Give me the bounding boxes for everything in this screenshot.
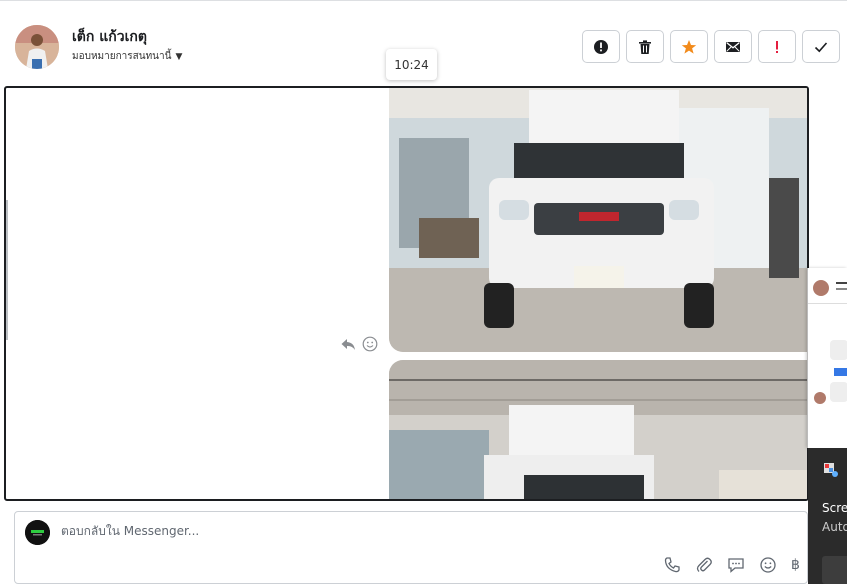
message-thread[interactable] [4, 86, 809, 501]
phone-icon[interactable] [663, 556, 681, 574]
star-button[interactable] [670, 30, 708, 63]
reply-input[interactable] [61, 524, 661, 538]
check-icon [814, 41, 828, 52]
notification-subtitle: Auto [822, 520, 847, 534]
contact-avatar[interactable] [15, 25, 59, 69]
notification-title: Scre [822, 501, 847, 515]
mark-done-button[interactable] [802, 30, 840, 63]
inbox-conversation-view: เต็ก แก้วเกตุ มอบหมายการสนทนานี้ ▼ 10:24… [0, 0, 847, 584]
payment-baht-icon[interactable]: ฿ [791, 557, 801, 573]
screenshot-tool-icon [824, 463, 838, 477]
emoji-icon[interactable] [759, 556, 777, 574]
assign-label: มอบหมายการสนทนานี้ [72, 51, 172, 62]
avatar-photo [15, 25, 59, 69]
message-image-truck-side[interactable] [389, 360, 807, 499]
delete-button[interactable] [626, 30, 664, 63]
truck-front-photo [389, 88, 807, 352]
truck-side-photo [389, 360, 807, 499]
caret-down-icon: ▼ [175, 51, 183, 62]
contact-name[interactable]: เต็ก แก้วเกตุ [72, 26, 147, 48]
follow-up-button[interactable] [758, 30, 796, 63]
overlay-chat-window[interactable] [807, 268, 847, 448]
alert-circle-icon [594, 39, 608, 54]
page-logo-icon [25, 520, 50, 545]
message-time-tooltip: 10:24 [386, 49, 437, 80]
assign-conversation-dropdown[interactable]: มอบหมายการสนทนานี้ ▼ [72, 49, 182, 64]
trash-icon [639, 39, 651, 54]
envelope-icon [726, 41, 740, 52]
notification-action-button[interactable] [822, 556, 847, 584]
page-avatar [25, 520, 50, 545]
mark-spam-button[interactable] [582, 30, 620, 63]
composer-toolbar: ฿ [663, 556, 801, 574]
reply-composer: ฿ [14, 511, 808, 584]
mark-unread-button[interactable] [714, 30, 752, 63]
message-hover-actions [340, 336, 378, 352]
attachment-icon[interactable] [695, 556, 713, 574]
reply-icon[interactable] [340, 336, 356, 352]
system-notification-toast[interactable]: Scre Auto [808, 448, 847, 584]
message-image-truck-front[interactable] [389, 88, 807, 352]
star-icon [681, 39, 697, 54]
exclamation-icon [776, 40, 778, 53]
emoji-react-icon[interactable] [362, 336, 378, 352]
thread-scroll-edge [6, 200, 8, 340]
saved-replies-icon[interactable] [727, 556, 745, 574]
overlay-window-preview [808, 280, 847, 404]
conversation-actions [582, 30, 840, 63]
